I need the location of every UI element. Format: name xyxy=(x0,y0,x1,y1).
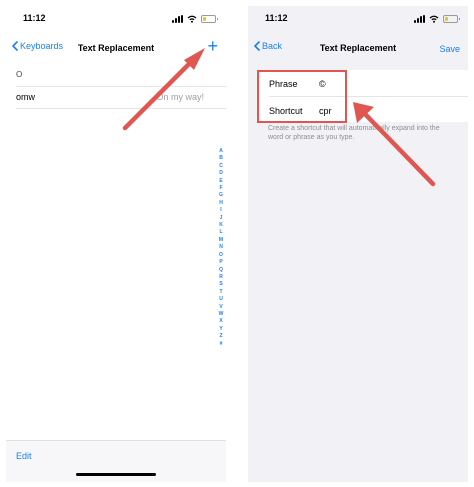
navigation-bar: Keyboards Text Replacement + xyxy=(6,34,226,62)
alphabet-index-letter[interactable]: R xyxy=(219,274,223,281)
home-indicator xyxy=(76,473,156,476)
text-replacement-list-screen: 11:12 Keyboards Text Replacement + O omw… xyxy=(6,6,226,482)
alphabet-index-letter[interactable]: W xyxy=(219,311,224,318)
list-item[interactable]: omw On my way! xyxy=(6,87,226,107)
save-button[interactable]: Save xyxy=(439,44,460,54)
alphabet-index-letter[interactable]: J xyxy=(220,215,223,222)
alphabet-index-letter[interactable]: U xyxy=(219,296,223,303)
alphabet-index-letter[interactable]: D xyxy=(219,170,223,177)
alphabet-index-letter[interactable]: Q xyxy=(219,267,223,274)
alphabet-index-letter[interactable]: G xyxy=(219,192,223,199)
divider xyxy=(16,108,226,109)
alphabet-index-letter[interactable]: B xyxy=(219,155,223,162)
cellular-signal-icon xyxy=(414,14,425,23)
status-icons xyxy=(414,14,460,23)
alphabet-index-letter[interactable]: O xyxy=(219,252,223,259)
alphabet-index-letter[interactable]: T xyxy=(219,289,222,296)
new-replacement-screen: 11:12 Back Text Replacement Save Phrase … xyxy=(248,6,468,482)
wifi-icon xyxy=(187,15,197,23)
alphabet-index-letter[interactable]: C xyxy=(219,163,223,170)
wifi-icon xyxy=(429,15,439,23)
status-time: 11:12 xyxy=(23,13,46,23)
edit-button[interactable]: Edit xyxy=(16,451,32,461)
alphabet-index-letter[interactable]: E xyxy=(219,178,222,185)
highlight-box xyxy=(257,70,347,123)
entry-phrase: On my way! xyxy=(156,92,204,102)
alphabet-index-letter[interactable]: Z xyxy=(219,333,222,340)
cellular-signal-icon xyxy=(172,14,183,23)
alphabet-index-letter[interactable]: S xyxy=(219,281,222,288)
alphabet-index-letter[interactable]: F xyxy=(219,185,222,192)
alphabet-index-letter[interactable]: M xyxy=(219,237,223,244)
battery-icon xyxy=(201,14,218,23)
alphabet-index-letter[interactable]: A xyxy=(219,148,223,155)
alphabet-index[interactable]: A B C D E F G H I J K L M N O P Q R S T U V W X Y Z # xyxy=(218,148,224,348)
bottom-toolbar: Edit xyxy=(6,440,226,482)
alphabet-index-letter[interactable]: L xyxy=(219,229,222,236)
add-replacement-button[interactable]: + xyxy=(207,37,218,55)
alphabet-index-letter[interactable]: K xyxy=(219,222,223,229)
status-time: 11:12 xyxy=(265,13,288,23)
hint-text: Create a shortcut that will automaticall… xyxy=(268,125,440,141)
status-icons xyxy=(172,14,218,23)
alphabet-index-letter[interactable]: H xyxy=(219,200,223,207)
section-header: O xyxy=(16,70,23,79)
alphabet-index-letter[interactable]: I xyxy=(220,207,221,214)
alphabet-index-letter[interactable]: V xyxy=(219,304,222,311)
battery-icon xyxy=(443,14,460,23)
page-title: Text Replacement xyxy=(319,43,397,53)
page-title: Text Replacement xyxy=(77,43,155,53)
status-bar: 11:12 xyxy=(248,6,468,32)
alphabet-index-letter[interactable]: Y xyxy=(219,326,222,333)
alphabet-index-letter[interactable]: X xyxy=(219,318,222,325)
navigation-bar: Back Text Replacement Save xyxy=(248,34,468,62)
status-bar: 11:12 xyxy=(6,6,226,32)
alphabet-index-letter[interactable]: # xyxy=(220,341,223,348)
entry-shortcut: omw xyxy=(16,92,36,102)
alphabet-index-letter[interactable]: N xyxy=(219,244,223,251)
alphabet-index-letter[interactable]: P xyxy=(219,259,222,266)
